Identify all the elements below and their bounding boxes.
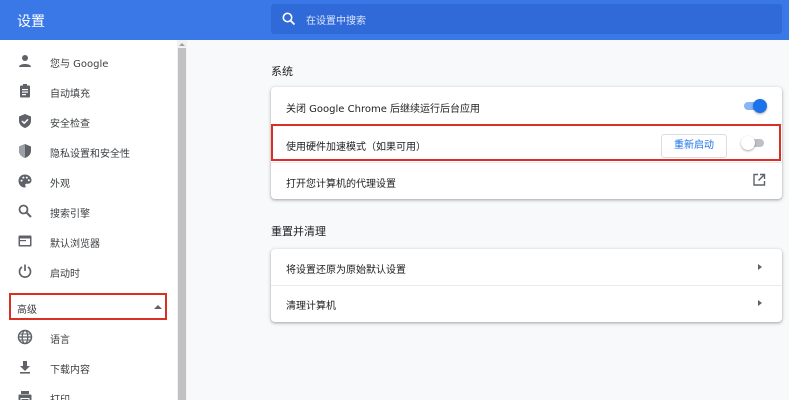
sidebar-scrollbar[interactable] xyxy=(177,40,187,400)
sidebar-item-printing[interactable]: 打印 xyxy=(0,383,177,400)
chevron-right-icon xyxy=(758,264,762,270)
printer-icon xyxy=(18,391,32,400)
section-title-system: 系统 xyxy=(271,65,293,78)
sidebar-item-default-browser[interactable]: 默认浏览器 xyxy=(0,227,177,255)
setting-row-proxy[interactable]: 打开您计算机的代理设置 xyxy=(271,162,782,199)
sidebar-item-label: 外观 xyxy=(50,179,70,190)
scroll-up-arrow-icon[interactable] xyxy=(179,43,185,46)
setting-label: 清理计算机 xyxy=(286,301,336,312)
search-icon xyxy=(282,12,296,26)
sidebar-advanced-toggle[interactable]: 高级 xyxy=(9,293,167,320)
setting-row-background-apps[interactable]: 关闭 Google Chrome 后继续运行后台应用 xyxy=(271,87,782,124)
sidebar-item-languages[interactable]: 语言 xyxy=(0,323,177,351)
sidebar-item-label: 搜索引擎 xyxy=(50,209,90,220)
sidebar-item-label: 自动填充 xyxy=(50,89,90,100)
scrollbar-thumb[interactable] xyxy=(178,48,186,400)
setting-label: 打开您计算机的代理设置 xyxy=(286,179,396,190)
chevron-up-icon xyxy=(154,305,162,309)
highlight-box xyxy=(271,124,781,161)
sidebar-item-label: 隐私设置和安全性 xyxy=(50,149,130,160)
sidebar-item-label: 启动时 xyxy=(50,269,80,280)
browser-icon xyxy=(18,235,32,247)
download-icon xyxy=(20,361,30,374)
setting-row-clean-up-computer[interactable]: 清理计算机 xyxy=(271,285,782,322)
shield-privacy-icon xyxy=(19,144,31,158)
setting-label: 关闭 Google Chrome 后继续运行后台应用 xyxy=(286,104,481,115)
sidebar-item-you-and-google[interactable]: 您与 Google xyxy=(0,47,177,75)
search-input[interactable]: 在设置中搜索 xyxy=(271,4,782,34)
background-apps-toggle[interactable] xyxy=(743,99,767,113)
sidebar-item-label: 打印 xyxy=(50,391,70,400)
shield-check-icon xyxy=(19,114,31,128)
sidebar-item-appearance[interactable]: 外观 xyxy=(0,167,177,195)
setting-row-restore-defaults[interactable]: 将设置还原为原始默认设置 xyxy=(271,249,782,286)
reset-card: 将设置还原为原始默认设置 清理计算机 xyxy=(271,249,782,322)
sidebar: 您与 Google 自动填充 安全检查 隐私设置和安全性 外观 搜索引擎 默认浏… xyxy=(0,40,177,400)
sidebar-item-safety-check[interactable]: 安全检查 xyxy=(0,107,177,135)
globe-icon xyxy=(17,329,33,345)
page-title: 设置 xyxy=(17,14,45,30)
sidebar-item-on-startup[interactable]: 启动时 xyxy=(0,257,177,285)
sidebar-item-downloads[interactable]: 下载内容 xyxy=(0,353,177,381)
palette-icon xyxy=(18,174,32,188)
sidebar-item-label: 您与 Google xyxy=(50,59,109,70)
clipboard-icon xyxy=(20,84,30,98)
person-icon xyxy=(19,55,31,67)
sidebar-advanced-label: 高级 xyxy=(17,305,37,316)
sidebar-item-label: 安全检查 xyxy=(50,119,90,130)
sidebar-item-autofill[interactable]: 自动填充 xyxy=(0,77,177,105)
header: 设置 在设置中搜索 xyxy=(0,0,789,40)
chevron-right-icon xyxy=(758,300,762,306)
open-in-new-icon[interactable] xyxy=(752,173,766,187)
sidebar-item-privacy[interactable]: 隐私设置和安全性 xyxy=(0,137,177,165)
search-placeholder: 在设置中搜索 xyxy=(306,16,366,27)
search-icon xyxy=(18,204,32,218)
power-icon xyxy=(18,264,32,278)
sidebar-item-label: 语言 xyxy=(50,335,70,346)
section-title-reset: 重置并清理 xyxy=(271,225,326,238)
sidebar-item-search-engine[interactable]: 搜索引擎 xyxy=(0,197,177,225)
sidebar-item-label: 下载内容 xyxy=(50,365,90,376)
sidebar-item-label: 默认浏览器 xyxy=(50,239,100,250)
setting-label: 将设置还原为原始默认设置 xyxy=(286,265,406,276)
